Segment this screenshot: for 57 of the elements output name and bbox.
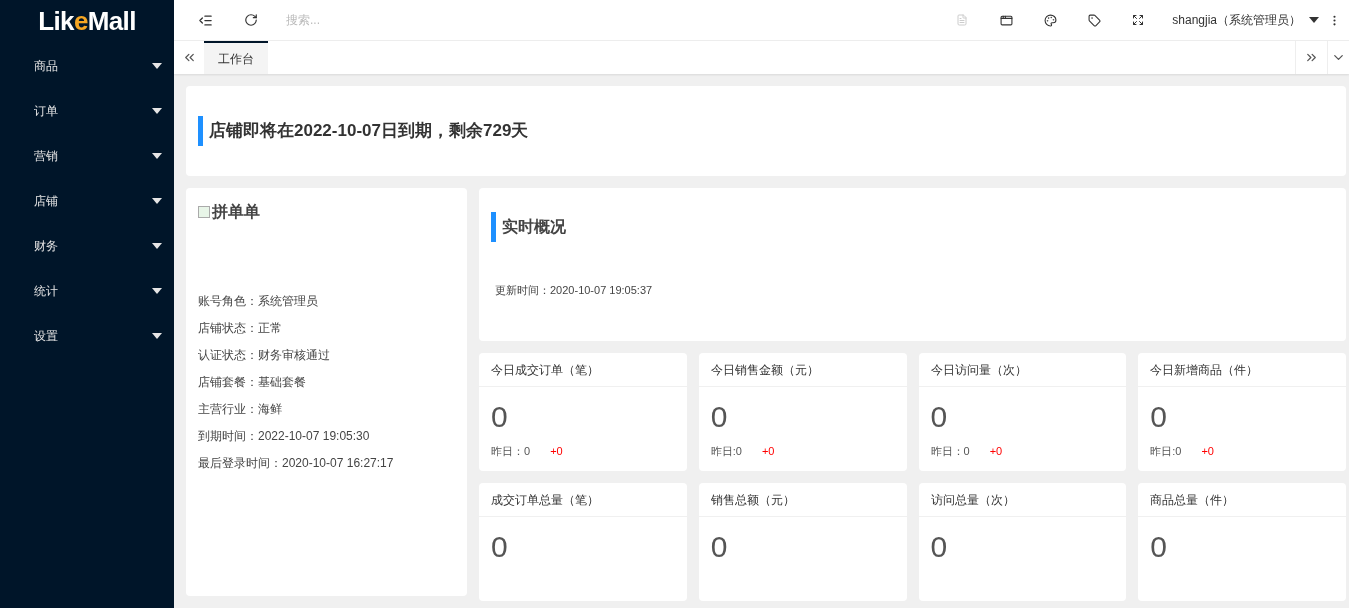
stat-value: 0 (491, 399, 509, 435)
sidebar-item[interactable]: 店铺 (0, 178, 174, 223)
update-time: 更新时间：2020-10-07 19:05:37 (495, 283, 654, 298)
shop-name: 拼单单 (212, 202, 260, 222)
section-title: 实时概况 (502, 217, 566, 237)
stat-title: 今日销售金额（元） (698, 353, 907, 387)
logo: LikeMall (37, 5, 137, 38)
caret-icon (1309, 17, 1319, 23)
stat-delta: +0 (761, 444, 775, 459)
info-line: 主营行业：海鲜 (198, 401, 283, 418)
caret-icon (152, 242, 162, 249)
info-line: 最后登录时间：2020-10-07 16:27:17 (198, 455, 395, 472)
stat-value: 0 (710, 529, 729, 565)
info-line: 到期时间：2022-10-07 19:05:30 (198, 428, 371, 445)
user-menu[interactable]: shangjia（系统管理员） (1172, 11, 1319, 29)
caret-icon (152, 152, 162, 159)
sidebar-item[interactable]: 营销 (0, 133, 174, 178)
stat-title: 访问总量（次） (918, 483, 1127, 517)
sidebar-item[interactable]: 设置 (0, 313, 174, 358)
info-line: 账号角色：系统管理员 (198, 293, 319, 310)
stat-value: 0 (1150, 399, 1168, 435)
info-line: 认证状态：财务审核通过 (198, 347, 331, 364)
stat-title: 销售总额（元） (698, 483, 907, 517)
stat-value: 0 (930, 399, 949, 435)
stat-delta: +0 (550, 444, 563, 459)
info-line: 店铺状态：正常 (198, 320, 283, 337)
stat-value: 0 (930, 529, 949, 565)
caret-icon (152, 107, 162, 114)
caret-icon (152, 197, 162, 204)
accent-bar (491, 212, 496, 242)
sidebar-item[interactable]: 统计 (0, 268, 174, 313)
expiry-notice: 店铺即将在2022-10-07日到期，剩余729天 (209, 120, 529, 143)
stat-value: 0 (710, 399, 729, 435)
stat-yesterday: 昨日:0 (1150, 444, 1182, 459)
stat-value: 0 (1150, 529, 1168, 565)
stat-title: 今日新增商品（件） (1138, 353, 1346, 387)
accent-bar (198, 116, 203, 146)
info-line: 店铺套餐：基础套餐 (198, 374, 307, 391)
stat-title: 今日访问量（次） (918, 353, 1127, 387)
stat-delta: +0 (1201, 444, 1214, 459)
search-field[interactable]: 搜索... (286, 11, 486, 29)
stat-value: 0 (491, 529, 509, 565)
stat-title: 成交订单总量（笔） (479, 483, 687, 517)
stat-yesterday: 昨日:0 (710, 444, 742, 459)
stat-title: 今日成交订单（笔） (479, 353, 687, 387)
tab[interactable]: 工作台 (204, 41, 268, 74)
caret-icon (152, 62, 162, 69)
caret-icon (152, 287, 162, 294)
stat-yesterday: 昨日：0 (930, 444, 970, 459)
sidebar-item[interactable]: 财务 (0, 223, 174, 268)
stat-yesterday: 昨日：0 (491, 444, 531, 459)
stat-title: 商品总量（件） (1138, 483, 1346, 517)
stat-delta: +0 (989, 444, 1003, 459)
sidebar-item[interactable]: 订单 (0, 88, 174, 133)
sidebar-item[interactable]: 商品 (0, 43, 174, 88)
broken-image-icon (198, 206, 210, 218)
caret-icon (152, 332, 162, 339)
